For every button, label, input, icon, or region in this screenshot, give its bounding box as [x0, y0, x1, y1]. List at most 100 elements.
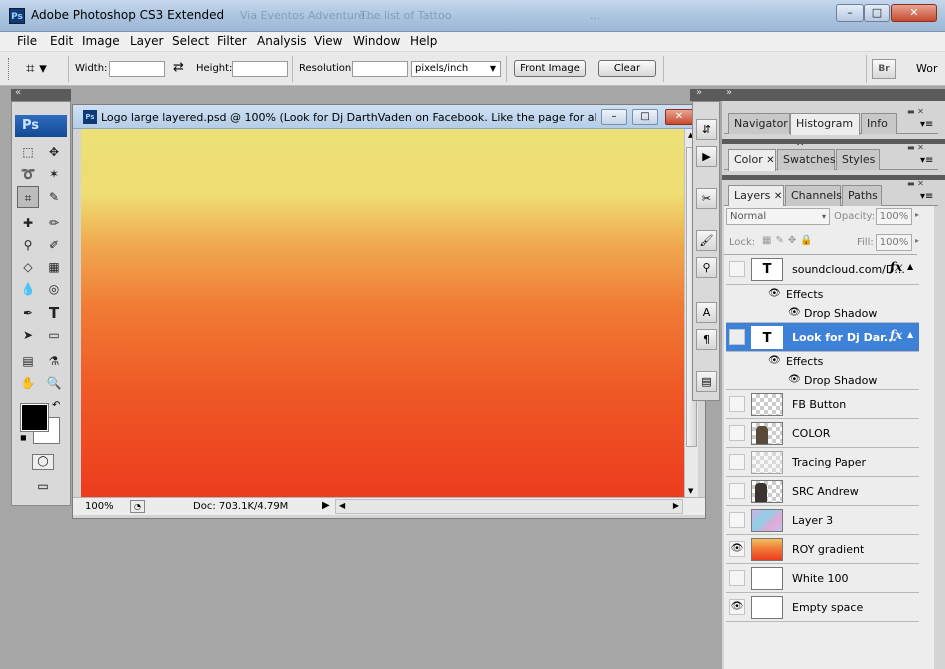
layer-visibility-toggle[interactable] — [729, 570, 745, 586]
panel-menu-icon[interactable]: ▾≡ — [920, 191, 933, 202]
zoom-level[interactable]: 100% — [85, 501, 114, 512]
screen-mode-icon[interactable]: ▭ — [32, 479, 54, 495]
tab-paths[interactable]: Paths — [842, 185, 882, 206]
layer-visibility-toggle[interactable] — [729, 396, 745, 412]
layer-visibility-toggle[interactable] — [729, 261, 745, 277]
scroll-left-icon[interactable]: ◀ — [339, 501, 345, 510]
layer-row[interactable]: White 100 — [726, 564, 919, 593]
document-titlebar[interactable]: Ps Logo large layered.psd @ 100% (Look f… — [73, 105, 705, 129]
magic-wand-tool-icon[interactable]: ✶ — [43, 163, 65, 185]
layer-visibility-toggle[interactable] — [729, 483, 745, 499]
tool-presets-icon[interactable]: ✂ — [696, 188, 717, 209]
layer-row-selected[interactable]: T Look for Dj Dar... fx ▲ — [726, 323, 919, 352]
panel-minimize-icon[interactable]: ▬ ✕ — [907, 107, 924, 116]
height-input[interactable] — [232, 61, 288, 77]
layer-visibility-toggle[interactable] — [729, 329, 745, 345]
horizontal-scrollbar[interactable]: ◀ ▶ — [335, 499, 683, 514]
foreground-color-swatch[interactable] — [20, 403, 49, 432]
panel-menu-icon[interactable]: ▾≡ — [920, 119, 933, 130]
swap-colors-icon[interactable]: ↶ — [52, 400, 60, 411]
layer-comps-icon[interactable]: ▤ — [696, 371, 717, 392]
maximize-button[interactable]: □ — [864, 4, 890, 22]
default-colors-icon[interactable]: ◼ — [20, 433, 27, 442]
tab-swatches[interactable]: Swatches — [777, 149, 836, 170]
zoom-tool-icon[interactable]: 🔍 — [43, 372, 65, 394]
toolbox-header[interactable]: « — [11, 87, 71, 101]
expand-effects-icon[interactable]: ▲ — [907, 330, 913, 339]
lasso-tool-icon[interactable]: ➰ — [17, 163, 39, 185]
width-input[interactable] — [109, 61, 165, 77]
workspace-label[interactable]: Wor — [916, 62, 937, 75]
tab-info[interactable]: Info — [861, 113, 897, 134]
blur-tool-icon[interactable]: 💧 — [17, 278, 39, 300]
history-brush-tool-icon[interactable]: ✐ — [43, 234, 65, 256]
scroll-right-icon[interactable]: ▶ — [673, 501, 679, 510]
quick-mask-icon[interactable]: ◯ — [32, 454, 54, 470]
layer-row[interactable]: Tracing Paper — [726, 448, 919, 477]
notes-tool-icon[interactable]: ▤ — [17, 350, 39, 372]
menu-file[interactable]: File — [17, 34, 37, 48]
panel-menu-icon[interactable]: ▾≡ — [920, 155, 933, 166]
layer-row[interactable]: 👁 ROY gradient — [726, 535, 919, 564]
slice-tool-icon[interactable]: ✎ — [43, 186, 65, 208]
fill-slider-icon[interactable]: ▸ — [915, 236, 919, 245]
status-options-icon[interactable]: ◔ — [130, 500, 145, 513]
path-selection-tool-icon[interactable]: ➤ — [17, 324, 39, 346]
layer-visibility-toggle[interactable] — [729, 425, 745, 441]
eye-icon[interactable]: 👁 — [788, 307, 801, 318]
clone-source-icon[interactable]: ⚲ — [696, 257, 717, 278]
tab-channels[interactable]: Channels — [785, 185, 842, 206]
dodge-tool-icon[interactable]: ◎ — [43, 278, 65, 300]
marquee-tool-icon[interactable]: ⬚ — [17, 141, 39, 163]
brushes-panel-icon[interactable]: 🖌 — [696, 230, 717, 251]
gradient-tool-icon[interactable]: ▦ — [43, 256, 65, 278]
layer-row[interactable]: FB Button — [726, 390, 919, 419]
layer-row[interactable]: T soundcloud.com/D... fx ▲ — [726, 255, 919, 285]
brush-tool-icon[interactable]: ✏ — [43, 212, 65, 234]
menu-analysis[interactable]: Analysis — [257, 34, 306, 48]
tab-layers[interactable]: Layers ✕ — [728, 185, 784, 207]
layer-row[interactable]: SRC Andrew — [726, 477, 919, 506]
layer-visibility-toggle[interactable]: 👁 — [729, 599, 745, 615]
tab-navigator[interactable]: Navigator — [728, 113, 790, 134]
document-canvas[interactable] — [81, 129, 684, 497]
scroll-down-icon[interactable]: ▼ — [688, 487, 693, 495]
clone-stamp-tool-icon[interactable]: ⚲ — [17, 234, 39, 256]
hand-tool-icon[interactable]: ✋ — [17, 372, 39, 394]
collapse-icon[interactable]: « — [15, 87, 21, 98]
collapse-icon[interactable]: » — [726, 87, 732, 98]
fx-icon[interactable]: fx — [890, 328, 902, 342]
layer-row[interactable]: Layer 3 — [726, 506, 919, 535]
close-button[interactable]: ✕ — [891, 4, 937, 22]
document-close-button[interactable]: ✕ — [665, 109, 693, 125]
fill-input[interactable]: 100% — [876, 234, 912, 251]
layer-visibility-toggle[interactable] — [729, 454, 745, 470]
eye-icon[interactable]: 👁 — [788, 374, 801, 385]
effects-row[interactable]: 👁 Effects — [726, 352, 919, 371]
menu-view[interactable]: View — [314, 34, 342, 48]
history-panel-icon[interactable]: ⇵ — [696, 119, 717, 140]
opacity-input[interactable]: 100% — [876, 208, 912, 225]
tab-histogram[interactable]: Histogram ✕ — [790, 113, 860, 149]
opacity-slider-icon[interactable]: ▸ — [915, 210, 919, 219]
menu-filter[interactable]: Filter — [217, 34, 247, 48]
clear-button[interactable]: Clear — [598, 60, 656, 77]
panel-minimize-icon[interactable]: ▬ ✕ — [907, 179, 924, 188]
menu-window[interactable]: Window — [353, 34, 400, 48]
blend-mode-select[interactable]: Normal ▾ — [726, 208, 830, 225]
menu-image[interactable]: Image — [82, 34, 120, 48]
effects-row[interactable]: 👁 Effects — [726, 285, 919, 304]
panel-minimize-icon[interactable]: ▬ ✕ — [907, 143, 924, 152]
swap-dimensions-icon[interactable]: ⇄ — [173, 60, 184, 75]
lock-icons[interactable]: ▦✎✥🔒 — [762, 235, 817, 246]
layer-row[interactable]: 👁 Empty space — [726, 593, 919, 622]
drop-shadow-row[interactable]: 👁 Drop Shadow — [726, 371, 919, 390]
status-menu-arrow-icon[interactable]: ▶ — [322, 500, 330, 511]
resolution-units-select[interactable]: pixels/inch ▼ — [411, 61, 501, 77]
menu-edit[interactable]: Edit — [50, 34, 73, 48]
pen-tool-icon[interactable]: ✒ — [17, 302, 39, 324]
eye-icon[interactable]: 👁 — [768, 288, 781, 299]
document-minimize-button[interactable]: – — [601, 109, 627, 125]
eraser-tool-icon[interactable]: ◇ — [17, 256, 39, 278]
minimize-button[interactable]: – — [836, 4, 864, 22]
